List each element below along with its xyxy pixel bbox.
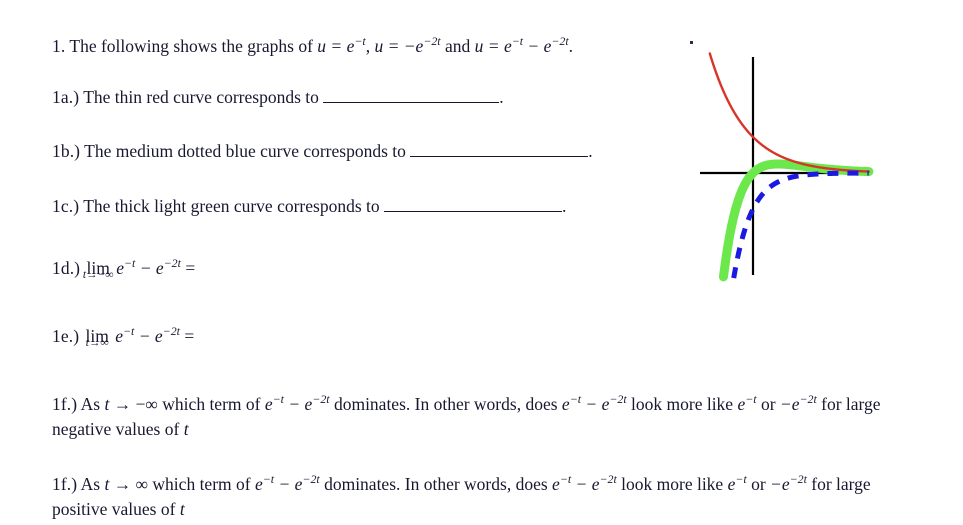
part-1f-negative-expr-b: e−t − e−2t xyxy=(561,392,627,414)
part-1a-text: The thin red curve corresponds to xyxy=(83,87,319,107)
part-1f-negative-seg-5: or xyxy=(760,393,776,414)
part-1c-answer-blank[interactable] xyxy=(384,195,562,212)
part-1f-negative-arrow: → −∞ xyxy=(113,393,158,414)
stem-expression-2: u = −e−2t xyxy=(374,34,441,56)
part-1f-negative-expr-c: e−t xyxy=(737,392,757,414)
curves-group xyxy=(708,52,874,282)
graph-canvas xyxy=(700,52,874,282)
part-1f-positive-expr-b: e−t − e−2t xyxy=(552,472,617,494)
stem-separator-1: , xyxy=(365,35,371,56)
exponential-graph-figure xyxy=(690,34,963,284)
part-1b-answer-blank[interactable] xyxy=(410,140,589,157)
part-1f-negative-seg-7: t xyxy=(183,419,189,440)
part-1d-equals: = xyxy=(185,257,196,278)
problem-stem-prefix: The following shows the graphs of xyxy=(69,35,313,56)
part-1e-equals: = xyxy=(184,325,195,346)
part-1f-positive-expr-c: e−t xyxy=(727,472,747,494)
part-1b-period: . xyxy=(588,141,593,161)
part-1a: 1a.) The thin red curve corresponds to . xyxy=(52,85,504,109)
part-1e-limit-operator: lim t→∞ xyxy=(86,324,109,349)
problem-number: 1. xyxy=(52,35,66,56)
part-1f-positive-seg-7: t xyxy=(179,499,185,520)
part-1c: 1c.) The thick light green curve corresp… xyxy=(52,194,566,218)
part-1f-positive-variable: t xyxy=(104,473,110,494)
part-1e-expression: e−t − e−2t xyxy=(115,324,180,346)
part-1d-lim-subscript: t→−∞ xyxy=(82,268,114,281)
stem-expression-1: u = e−t xyxy=(317,34,366,56)
part-1e-label: 1e.) xyxy=(52,325,80,346)
part-1f-negative-label: 1f.) xyxy=(52,393,78,414)
part-1f-positive-seg-3: dominates. In other words, does xyxy=(324,473,548,494)
part-1f-negative-seg-4: look more like xyxy=(631,393,734,414)
part-1b: 1b.) The medium dotted blue curve corres… xyxy=(52,139,593,163)
part-1c-label: 1c.) xyxy=(52,196,80,216)
part-1f-positive-arrow: → ∞ xyxy=(113,473,149,494)
part-1f-positive-seg-1: As xyxy=(80,473,101,494)
curve-e-minus-t xyxy=(708,52,870,173)
part-1f-positive-seg-4: look more like xyxy=(621,473,724,494)
part-1d: 1d.) lim t→−∞ e−t − e−2t = xyxy=(52,255,196,281)
part-1f-negative-expr-d: −e−2t xyxy=(779,392,817,414)
part-1a-answer-blank[interactable] xyxy=(323,86,500,103)
problem-stem: 1. The following shows the graphs of u =… xyxy=(52,33,573,58)
part-1a-period: . xyxy=(499,87,504,107)
part-1f-negative-seg-1: As xyxy=(80,393,101,414)
part-1e: 1e.) lim t→∞ e−t − e−2t = xyxy=(52,323,195,349)
stem-conjunction: and xyxy=(444,35,471,56)
part-1a-label: 1a.) xyxy=(52,87,80,107)
part-1f-negative-expr-a: e−t − e−2t xyxy=(264,392,330,414)
part-1e-lim-subscript: t→∞ xyxy=(85,336,109,349)
part-1f-negative-seg-2: which term of xyxy=(162,393,261,414)
part-1f-negative-seg-3: dominates. In other words, does xyxy=(333,393,558,414)
part-1f-negative-variable: t xyxy=(104,393,110,414)
worksheet-page: 1. The following shows the graphs of u =… xyxy=(0,0,963,525)
part-1c-text: The thick light green curve corresponds … xyxy=(83,196,380,216)
part-1c-period: . xyxy=(562,196,567,216)
stem-expression-3: u = e−t − e−2t xyxy=(474,34,569,56)
stem-trailing-mark xyxy=(690,41,693,44)
stem-period: . xyxy=(568,35,574,56)
part-1f-positive-seg-2: which term of xyxy=(152,473,251,494)
part-1d-expression: e−t − e−2t xyxy=(116,256,181,278)
part-1d-limit-operator: lim t→−∞ xyxy=(83,256,114,281)
part-1b-text: The medium dotted blue curve corresponds… xyxy=(84,141,406,161)
part-1f-positive-expr-d: −e−2t xyxy=(770,472,807,494)
part-1f-negative: 1f.) As t → −∞ which term of e−t − e−2t … xyxy=(52,391,882,443)
part-1f-positive: 1f.) As t → ∞ which term of e−t − e−2t d… xyxy=(52,471,882,523)
part-1f-positive-expr-a: e−t − e−2t xyxy=(254,472,320,494)
part-1d-label: 1d.) xyxy=(52,257,81,278)
part-1b-label: 1b.) xyxy=(52,141,81,161)
part-1f-positive-seg-5: or xyxy=(751,473,766,494)
part-1f-positive-label: 1f.) xyxy=(52,473,78,494)
curve-e-minus-t-minus-e-minus-2t xyxy=(718,159,874,282)
